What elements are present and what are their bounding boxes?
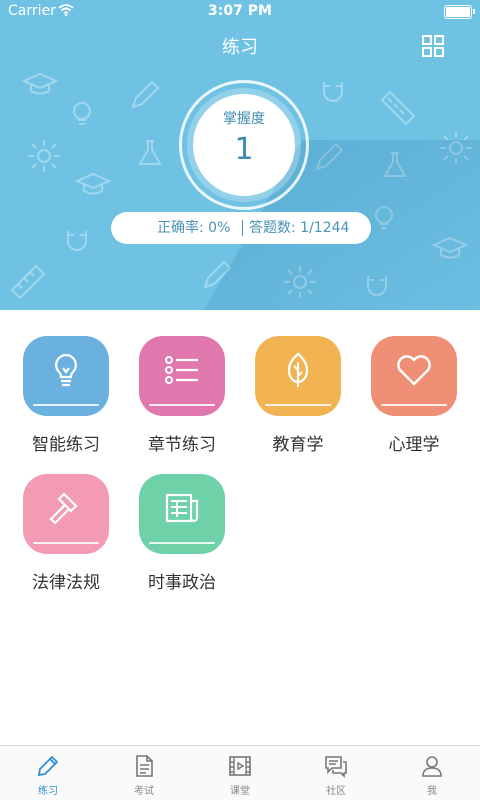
graduation-cap-icon-2 [75,172,111,195]
accuracy-stat: 正确率: 0% [157,220,231,236]
document-icon [136,755,153,777]
tab-label-classroom: 课堂 [230,786,250,797]
clock: 3:07 PM [208,3,272,19]
chat-icon [325,756,347,778]
status-bar: Carrier 3:07 PM [0,0,480,24]
tab-practice[interactable]: 练习 [0,746,96,800]
stats-divider [242,220,243,236]
ruler-deco-icon-2 [380,90,416,126]
tile-chapter-practice[interactable] [139,336,225,416]
tab-label-exam: 考试 [134,786,154,797]
tab-label-community: 社区 [326,786,346,797]
tile-label-psychology: 心理学 [388,435,440,455]
flask-deco-icon [138,140,162,165]
ruler-deco-icon [10,264,46,300]
magnet-deco-icon [67,231,87,251]
lightbulb-deco-icon [73,102,91,125]
tab-classroom[interactable]: 课堂 [192,746,288,800]
tile-pedagogy[interactable] [255,336,341,416]
sun-deco-icon [28,140,60,172]
tab-community[interactable]: 社区 [288,746,384,800]
tile-label-current-affairs: 时事政治 [148,573,216,593]
page-title: 练习 [222,37,258,58]
grid-menu-icon[interactable] [422,35,444,57]
film-icon [229,756,251,776]
tab-label-practice: 练习 [38,786,58,797]
lightbulb-icon [55,353,77,387]
graduation-cap-icon [22,72,58,95]
tile-label-pedagogy: 教育学 [272,435,324,455]
mastery-value: 1 [234,132,254,167]
heart-icon [397,355,431,386]
battery-icon [444,5,475,19]
pencil-icon [37,755,59,777]
person-icon [422,756,442,777]
pencil-deco-icon [131,80,160,109]
stats-pill: 正确率: 0% 答题数: 1/1244 [111,212,371,244]
list-icon [165,356,198,384]
tab-exam[interactable]: 考试 [96,746,192,800]
tile-psychology[interactable] [371,336,457,416]
newspaper-icon [165,493,199,523]
tile-label-smart-practice: 智能练习 [32,435,100,455]
leaf-icon [287,352,309,387]
tab-bar: 练习 考试 课堂 社区 我 [0,745,480,800]
tile-smart-practice[interactable] [23,336,109,416]
tile-label-chapter-practice: 章节练习 [148,435,216,455]
mastery-label: 掌握度 [223,111,265,127]
tab-label-me: 我 [427,786,437,797]
tab-me[interactable]: 我 [384,746,480,800]
hero-banner: Carrier 3:07 PM 练习 掌握度 1 正确率: 0% 答题数: 1/… [0,0,480,310]
tile-label-law: 法律法规 [32,573,100,593]
gavel-icon [49,492,78,525]
tile-law[interactable] [23,474,109,554]
tile-current-affairs[interactable] [139,474,225,554]
magnet-deco-icon-2 [323,82,343,102]
answered-stat: 答题数: 1/1244 [249,220,350,236]
